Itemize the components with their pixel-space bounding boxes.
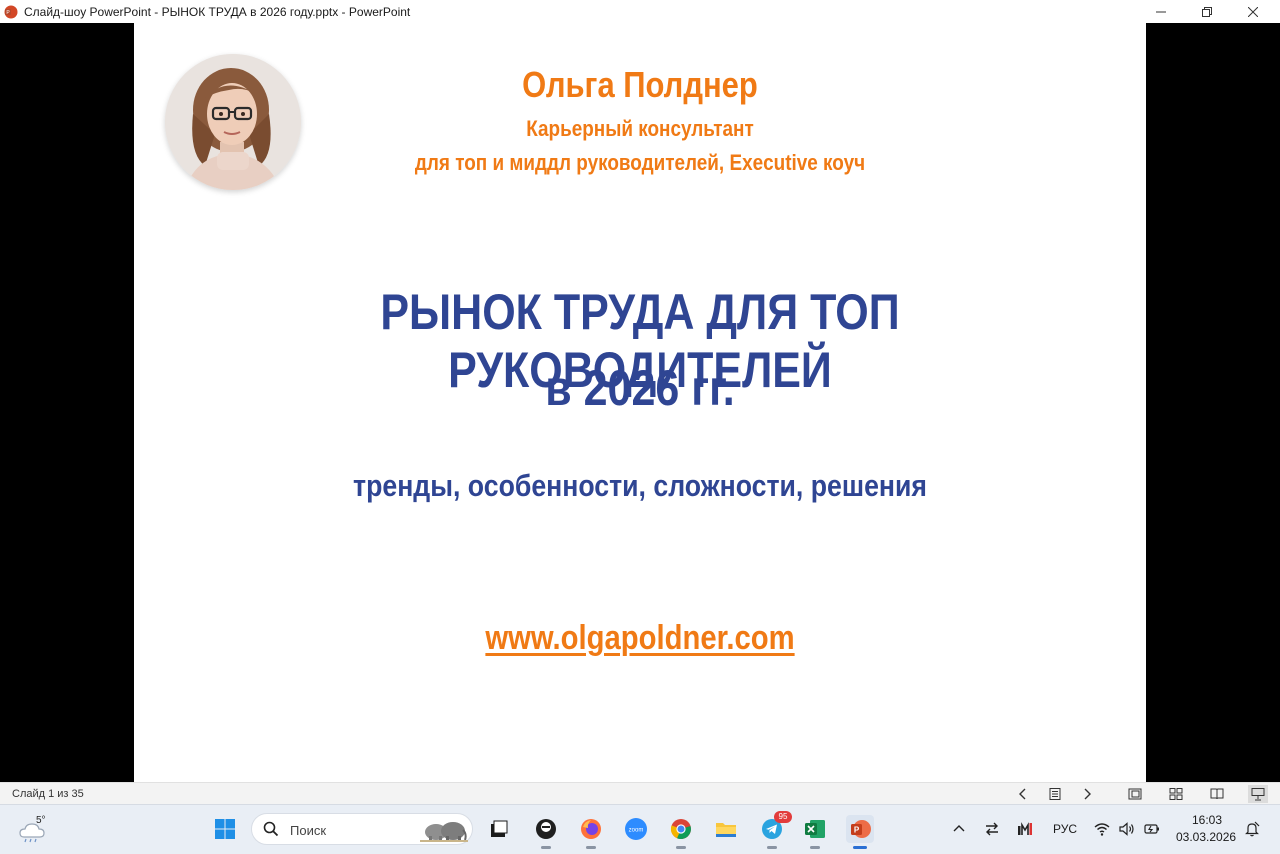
wifi-button[interactable] (1093, 820, 1111, 838)
reading-view-button[interactable] (1207, 785, 1227, 803)
taskbar-app-button[interactable] (532, 815, 560, 849)
volume-button[interactable] (1118, 820, 1136, 838)
running-indicator (810, 846, 820, 849)
task-view-button[interactable] (484, 815, 512, 843)
powerpoint-icon: P (851, 820, 871, 838)
elephants-search-highlight-icon (420, 822, 468, 842)
zoom-icon: zoom (625, 818, 647, 840)
restore-icon (1202, 6, 1212, 17)
restore-button[interactable] (1184, 0, 1230, 23)
running-indicator (767, 846, 777, 849)
active-indicator (853, 846, 867, 849)
slideshow-stage[interactable]: Ольга Полднер Карьерный консультант для … (0, 23, 1280, 782)
arrows-icon (986, 822, 998, 836)
notification-icon (1245, 821, 1260, 837)
portrait-illustration (165, 54, 301, 190)
file-explorer-button[interactable] (712, 815, 740, 843)
windows-taskbar: 5° zoom (0, 804, 1280, 854)
presenter-role-line-1: Карьерный консультант (526, 116, 754, 141)
slide-sorter-button[interactable] (1166, 785, 1186, 803)
zoom-button[interactable]: zoom (622, 815, 650, 843)
presentation-icon (1251, 788, 1265, 801)
normal-view-icon (1128, 788, 1142, 800)
excel-icon (805, 820, 825, 838)
presenter-photo (165, 54, 301, 190)
chevron-up-icon (953, 825, 965, 832)
meter-icon (1018, 822, 1032, 835)
minimize-button[interactable] (1138, 0, 1184, 23)
presenter-role-line-2: для топ и миддл руководителей, Executive… (414, 150, 866, 175)
running-indicator (586, 846, 596, 849)
taskbar-search[interactable] (251, 813, 473, 845)
telegram-button[interactable]: 95 (758, 811, 792, 849)
wifi-icon (1094, 823, 1110, 836)
menu-list-icon (1049, 788, 1061, 800)
volume-icon (1119, 822, 1134, 836)
search-icon (263, 821, 279, 837)
weather-temperature: 5° (36, 815, 46, 826)
running-indicator (676, 846, 686, 849)
slide[interactable]: Ольга Полднер Карьерный консультант для … (134, 23, 1146, 782)
chevron-right-icon (1084, 788, 1091, 800)
firefox-icon (581, 819, 601, 839)
clock-time[interactable]: 16:03 (1192, 813, 1222, 827)
powerpoint-button[interactable]: P (846, 815, 874, 849)
chevron-left-icon (1019, 788, 1026, 800)
excel-button[interactable] (801, 815, 829, 849)
previous-slide-button[interactable] (1013, 785, 1033, 803)
normal-view-button[interactable] (1125, 785, 1145, 803)
battery-button[interactable] (1143, 820, 1161, 838)
slideshow-view-button[interactable] (1248, 785, 1268, 803)
slide-menu-button[interactable] (1045, 785, 1065, 803)
slide-subtitle: тренды, особенности, сложности, решения (353, 468, 927, 503)
book-icon (1210, 788, 1224, 800)
firefox-button[interactable] (577, 815, 605, 849)
presenter-name: Ольга Полднер (522, 64, 758, 105)
slide-title-line-2: в 2026 гг. (545, 360, 735, 416)
show-hidden-icons-button[interactable] (950, 820, 968, 838)
tray-transfer-button[interactable] (983, 820, 1001, 838)
battery-icon (1144, 824, 1159, 834)
task-view-icon (491, 820, 508, 837)
start-button[interactable] (211, 815, 239, 843)
telegram-unread-badge: 95 (774, 811, 792, 823)
slideshow-status-bar: Слайд 1 из 35 (0, 782, 1280, 805)
window-title-bar: P Слайд-шоу PowerPoint - РЫНОК ТРУДА в 2… (0, 0, 1280, 23)
app-icon (536, 819, 556, 839)
svg-text:zoom: zoom (629, 828, 644, 834)
notification-center-button[interactable] (1243, 820, 1261, 838)
website-link[interactable]: www.olgapoldner.com (205, 619, 1075, 658)
input-language-indicator[interactable]: РУС (1053, 822, 1077, 836)
close-icon (1248, 6, 1258, 17)
windows-start-icon (215, 819, 235, 839)
close-button[interactable] (1230, 0, 1276, 23)
window-title: Слайд-шоу PowerPoint - РЫНОК ТРУДА в 202… (24, 4, 411, 19)
minimize-icon (1156, 11, 1166, 12)
chrome-icon (670, 819, 691, 840)
slide-counter: Слайд 1 из 35 (12, 788, 84, 800)
chrome-button[interactable] (667, 815, 695, 849)
next-slide-button[interactable] (1077, 785, 1097, 803)
running-indicator (541, 846, 551, 849)
grid-icon (1169, 788, 1183, 800)
tray-meter-button[interactable] (1016, 820, 1034, 838)
file-explorer-icon (716, 823, 736, 837)
svg-text:P: P (854, 826, 860, 835)
search-input[interactable] (288, 820, 422, 840)
powerpoint-app-icon: P (4, 5, 18, 18)
clock-date[interactable]: 03.03.2026 (1176, 830, 1236, 844)
